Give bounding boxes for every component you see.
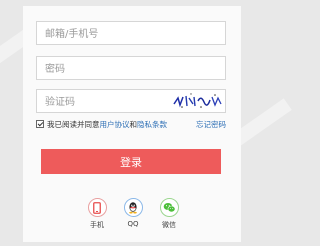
user-agreement-link[interactable]: 用户协议 [100,119,130,130]
phone-login[interactable]: 手机 [82,198,112,230]
wechat-icon[interactable] [159,198,179,217]
agreement-prefix: 我已阅读并同意 [47,119,100,129]
email-field[interactable] [36,21,226,46]
email-input[interactable] [37,23,225,46]
wechat-login[interactable]: 微信 [154,198,184,230]
captcha-field[interactable] [36,89,226,114]
phone-login-label: 手机 [90,221,104,229]
qq-login[interactable]: QQ [118,198,148,228]
qq-login-label: QQ [127,220,139,228]
password-field[interactable] [36,56,226,81]
login-button[interactable]: 登录 [41,149,221,174]
password-input[interactable] [37,58,225,81]
wechat-login-label: 微信 [162,221,176,229]
agree-checkbox[interactable] [36,120,44,128]
forgot-password-link[interactable]: 忘记密码 [196,119,226,130]
privacy-link[interactable]: 隐私条款 [137,119,167,130]
agreement-and: 和 [129,119,138,129]
login-panel: 我已阅读并同意 用户协议 和 隐私条款 忘记密码 登录 手机 [23,6,241,242]
captcha-image[interactable] [171,92,223,110]
agreement-row: 我已阅读并同意 用户协议 和 隐私条款 忘记密码 [36,117,226,131]
phone-icon[interactable] [87,198,107,217]
qq-icon[interactable] [123,198,143,217]
